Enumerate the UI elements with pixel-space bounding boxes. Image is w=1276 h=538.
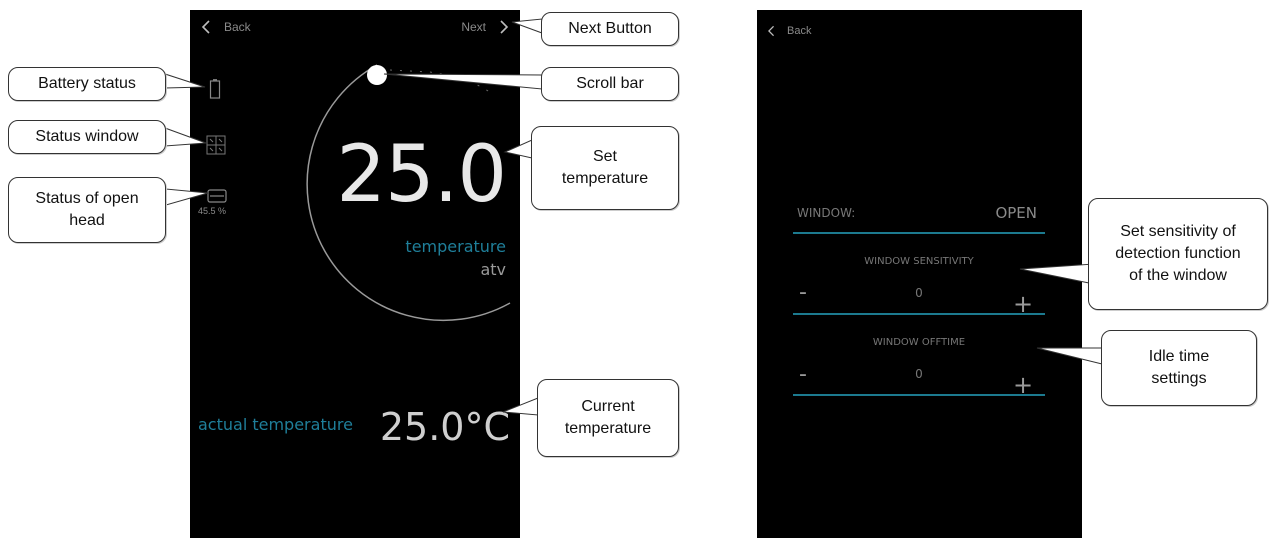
- temperature-dial: [306, 64, 511, 322]
- callout-current-temperature-line2: temperature: [564, 420, 652, 437]
- callout-set-temperature-line1: Set: [592, 148, 617, 165]
- scroll-handle[interactable]: [367, 65, 387, 85]
- callout-status-window-text: Status window: [35, 128, 139, 145]
- callout-status-open-head-line2: head: [69, 212, 105, 229]
- callout-window-sensitivity: Set sensitivity of detection function of…: [1088, 198, 1268, 310]
- callout-status-open-head-line1: Status of open: [35, 190, 139, 207]
- window-settings-screen: Back WINDOW: OPEN WINDOW SENSITIVITY - 0…: [757, 10, 1082, 538]
- sensitivity-divider: [793, 313, 1045, 315]
- callout-idle-time: Idle time settings: [1101, 330, 1257, 406]
- callout-set-temperature: Set temperature: [531, 126, 679, 210]
- callout-status-window: Status window: [8, 120, 166, 154]
- callout-scroll-bar: Scroll bar: [541, 67, 679, 101]
- actual-temperature-label: actual temperature: [198, 415, 353, 434]
- temperature-label: temperature: [405, 237, 506, 256]
- sensitivity-label: WINDOW SENSITIVITY: [864, 256, 974, 267]
- actual-temperature-value: 25.0°C: [379, 405, 510, 449]
- set-temperature-value[interactable]: 25.0: [336, 130, 507, 220]
- window-label: WINDOW:: [797, 206, 856, 220]
- callout-status-open-head: Status of open head: [8, 177, 166, 243]
- callout-next-button-text: Next Button: [568, 20, 652, 37]
- callout-window-sensitivity-line2: detection function: [1115, 245, 1241, 262]
- window-divider: [793, 232, 1045, 234]
- callout-idle-time-line2: settings: [1151, 370, 1207, 387]
- callout-idle-time-line1: Idle time: [1148, 348, 1210, 365]
- thermostat-main-screen: Back Next 45.5 % 25.0 temperature atv ac…: [190, 10, 520, 538]
- callout-battery-status-text: Battery status: [38, 75, 136, 92]
- window-state-value: OPEN: [995, 204, 1037, 222]
- callout-next-button: Next Button: [541, 12, 679, 46]
- callout-current-temperature-line1: Current: [581, 398, 635, 415]
- back-button-window[interactable]: Back: [765, 24, 811, 38]
- dial-ticks: [389, 69, 491, 93]
- callout-window-sensitivity-line3: of the window: [1129, 267, 1227, 284]
- offtime-value: 0: [915, 367, 923, 381]
- callout-scroll-bar-text: Scroll bar: [576, 75, 644, 92]
- offtime-label: WINDOW OFFTIME: [872, 337, 966, 348]
- back-label: Back: [787, 25, 812, 37]
- callout-window-sensitivity-line1: Set sensitivity of: [1120, 223, 1236, 240]
- callout-set-temperature-line2: temperature: [561, 170, 649, 187]
- sensitivity-value: 0: [915, 286, 923, 300]
- callout-current-temperature: Current temperature: [537, 379, 679, 457]
- chevron-left-icon: [768, 25, 774, 37]
- mode-label: atv: [480, 260, 506, 279]
- callout-battery-status: Battery status: [8, 67, 166, 101]
- offtime-divider: [793, 394, 1045, 396]
